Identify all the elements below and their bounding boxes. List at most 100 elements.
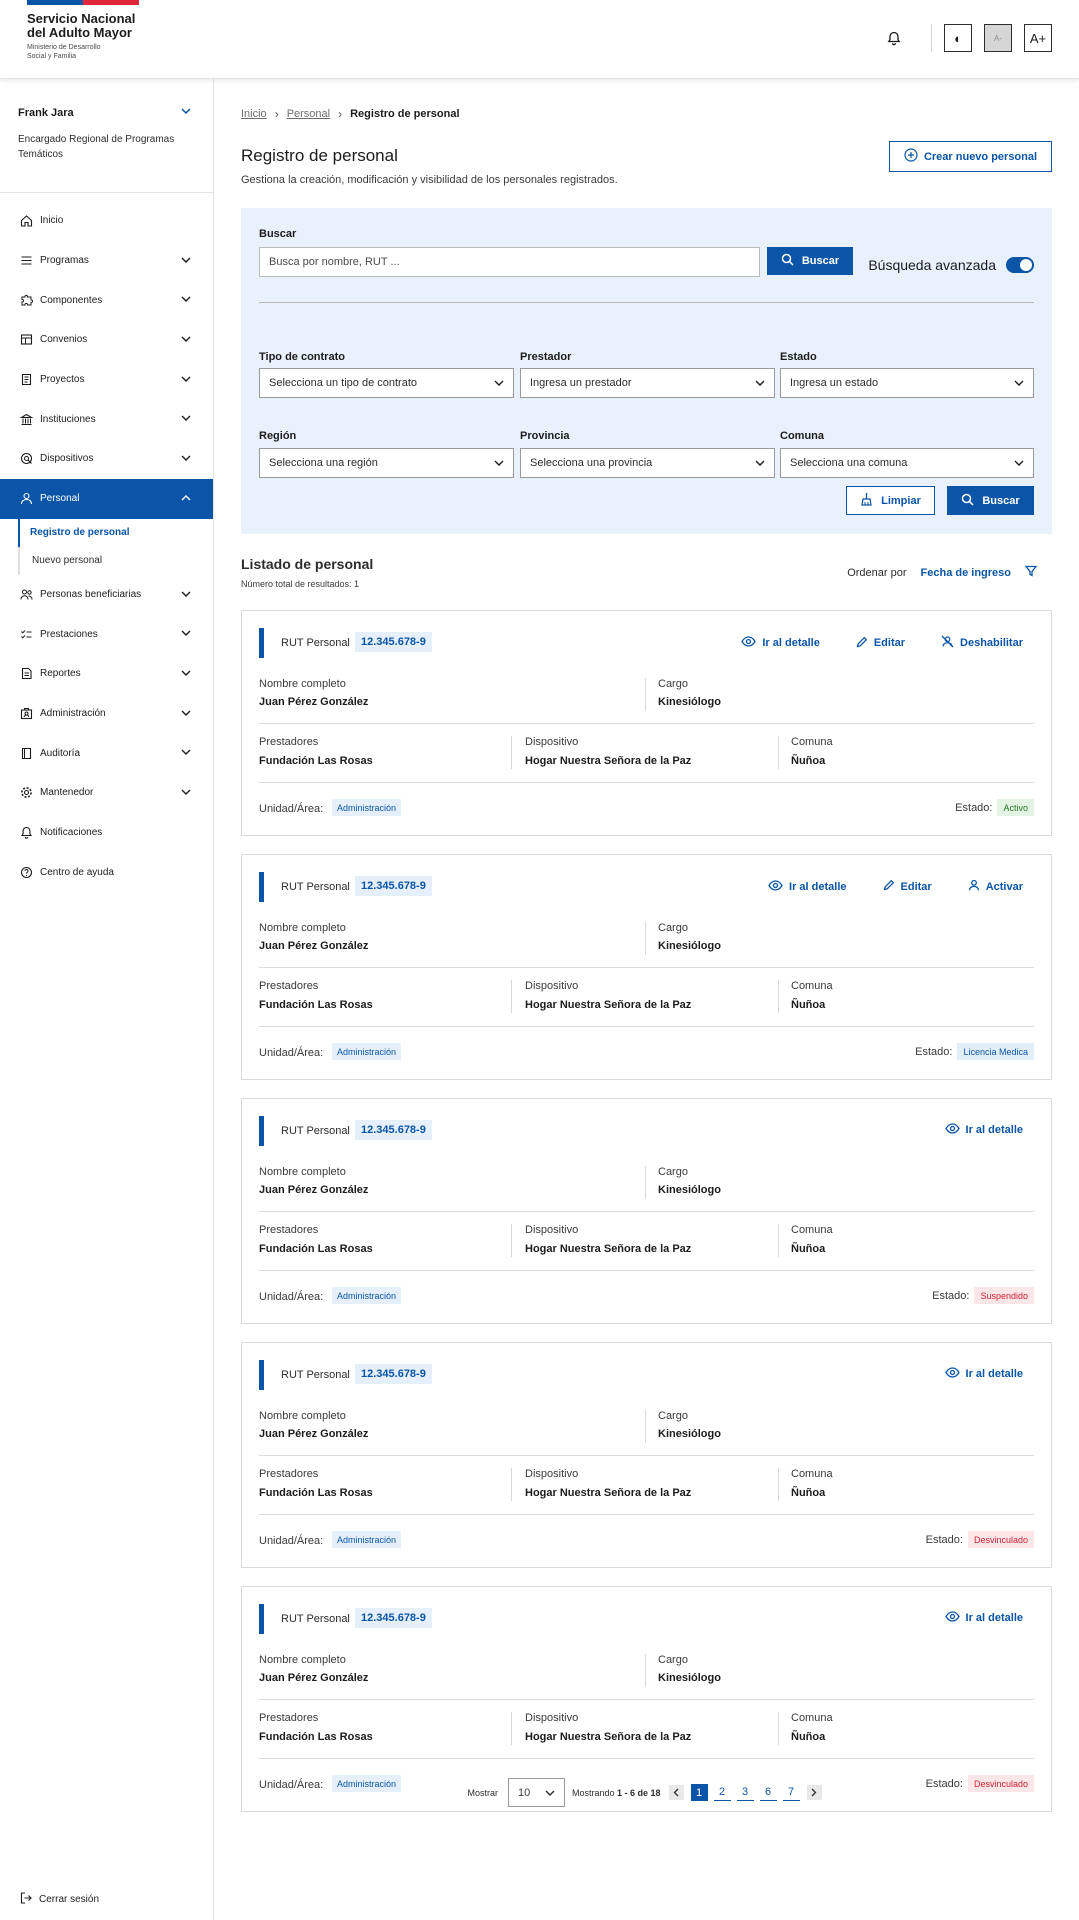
sidebar-item-centro-de-ayuda[interactable]: Centro de ayuda (0, 852, 213, 892)
sidebar-item-notificaciones[interactable]: Notificaciones (0, 813, 213, 853)
sidebar-item-administración[interactable]: Administración (0, 694, 213, 734)
row-divider (259, 782, 1034, 783)
eye-icon (741, 636, 757, 650)
logout-link[interactable]: Cerrar sesión (20, 1892, 99, 1907)
estado-group: Estado: Desvinculado (926, 1531, 1034, 1548)
rut-value: 12.345.678-9 (355, 876, 432, 896)
sidebar-item-personal[interactable]: Personal (0, 478, 213, 519)
row-divider (259, 1270, 1034, 1271)
home-icon (20, 214, 33, 227)
page-3-button[interactable]: 3 (736, 1784, 754, 1801)
prev-page-chevron-left-icon[interactable] (668, 1785, 684, 1800)
row-divider (259, 723, 1034, 724)
sidebar-item-mantenedor[interactable]: Mantenedor (0, 773, 213, 813)
name-value: Juan Pérez González (259, 1672, 369, 1684)
sidebar-item-personas-beneficiarias[interactable]: Personas beneficiarias (0, 575, 213, 615)
view-detail-button[interactable]: Ir al detalle (768, 879, 847, 894)
sidebar-item-proyectos[interactable]: Proyectos (0, 360, 213, 400)
person-icon (20, 492, 33, 505)
filter-select[interactable]: Selecciona una comuna (780, 448, 1034, 478)
sidebar-item-dispositivos[interactable]: Dispositivos (0, 439, 213, 479)
sidebar-item-instituciones[interactable]: Instituciones (0, 399, 213, 439)
row-divider (259, 1026, 1034, 1027)
comuna-label: Comuna (791, 1468, 833, 1480)
page-2-button[interactable]: 2 (713, 1784, 731, 1801)
user-off-icon (941, 635, 954, 651)
disable-button[interactable]: Deshabilitar (941, 635, 1023, 651)
sidebar-item-label: Inicio (40, 215, 64, 227)
sidebar-item-label: Personas beneficiarias (40, 588, 142, 600)
name-label: Nombre completo (259, 1654, 346, 1666)
page-1-button[interactable]: 1 (690, 1784, 708, 1801)
page-size-select[interactable]: 10 (507, 1778, 565, 1807)
view-detail-button[interactable]: Ir al detalle (944, 1611, 1023, 1625)
status-badge: Desvinculado (967, 1531, 1034, 1548)
sidebar-item-prestaciones[interactable]: Prestaciones (0, 614, 213, 654)
sidebar-item-label: Instituciones (40, 413, 96, 425)
list-icon (20, 254, 33, 267)
prestadores-label: Prestadores (259, 736, 319, 748)
eye-icon (944, 1367, 960, 1381)
create-personal-label: Crear nuevo personal (923, 150, 1038, 163)
sidebar-item-componentes[interactable]: Componentes (0, 280, 213, 320)
estado-group: Estado: Activo (955, 799, 1034, 816)
cargo-label: Cargo (658, 1654, 688, 1666)
clear-button[interactable]: Limpiar (846, 486, 935, 515)
font-increase-button[interactable]: A+ (1024, 24, 1052, 52)
comuna-label: Comuna (791, 980, 833, 992)
contrast-button[interactable]: ◐ (944, 24, 972, 52)
font-decrease-button[interactable]: A- (984, 24, 1012, 52)
page-6-button[interactable]: 6 (759, 1784, 777, 1801)
results-count: Número total de resultados: 1 (241, 579, 360, 589)
filter-select-value: Selecciona una región (269, 457, 378, 469)
sidebar-subitem-nuevo-personal[interactable]: Nuevo personal (18, 546, 213, 575)
sidebar-item-label: Dispositivos (40, 453, 94, 465)
create-personal-button[interactable]: Crear nuevo personal (889, 141, 1052, 172)
chevron-down-icon[interactable] (181, 105, 191, 117)
range-value: 1 - 6 de 18 (617, 1787, 661, 1798)
breadcrumb-home[interactable]: Inicio (241, 108, 267, 120)
view-detail-button[interactable]: Ir al detalle (944, 1367, 1023, 1381)
filter-select[interactable]: Selecciona un tipo de contrato (259, 368, 514, 398)
sidebar-item-convenios[interactable]: Convenios (0, 320, 213, 360)
cargo-label: Cargo (658, 922, 688, 934)
comuna-value: Ñuñoa (791, 1731, 826, 1743)
search-input[interactable]: Busca por nombre, RUT ... (259, 247, 760, 277)
sort-value[interactable]: Fecha de ingreso (921, 567, 1011, 579)
next-page-chevron-right-icon[interactable] (806, 1785, 822, 1800)
breadcrumb-section[interactable]: Personal (287, 108, 330, 120)
page-7-button[interactable]: 7 (782, 1784, 800, 1801)
filter-select[interactable]: Ingresa un estado (780, 368, 1034, 398)
filter-funnel-icon[interactable] (1024, 565, 1038, 580)
apply-search-button[interactable]: Buscar (947, 486, 1034, 515)
view-detail-button[interactable]: Ir al detalle (741, 635, 820, 651)
search-button-label: Buscar (801, 255, 840, 267)
dispositivo-value: Hogar Nuestra Señora de la Paz (525, 1487, 692, 1499)
sidebar-item-inicio[interactable]: Inicio (0, 201, 213, 241)
notifications-bell-icon[interactable] (879, 23, 909, 53)
view-detail-button[interactable]: Ir al detalle (944, 1123, 1023, 1137)
edit-button[interactable]: Editar (883, 879, 932, 894)
cargo-value: Kinesiólogo (658, 940, 721, 952)
sort-control[interactable]: Ordenar por Fecha de ingreso (847, 565, 1038, 580)
advanced-search-toggle[interactable] (1006, 257, 1034, 273)
broom-icon (860, 492, 873, 509)
sidebar-item-reportes[interactable]: Reportes (0, 654, 213, 694)
rut-label: RUT Personal (281, 1125, 350, 1137)
estado-label: Estado: (932, 1289, 970, 1302)
sidebar-item-programas[interactable]: Programas (0, 241, 213, 281)
sidebar-subitem-registro-de-personal[interactable]: Registro de personal (18, 518, 213, 547)
filter-select[interactable]: Selecciona una provincia (520, 448, 775, 478)
filter-select[interactable]: Selecciona una región (259, 448, 514, 478)
filter-select[interactable]: Ingresa un prestador (520, 368, 775, 398)
search-button[interactable]: Buscar (767, 247, 853, 275)
activate-button[interactable]: Activar (968, 879, 1023, 894)
edit-button[interactable]: Editar (856, 635, 905, 651)
bell-icon (20, 826, 33, 839)
user-panel[interactable]: Frank Jara Encargado Regional de Program… (0, 79, 213, 193)
column-divider (511, 980, 512, 1013)
column-divider (645, 922, 646, 955)
logo[interactable]: Servicio Nacional del Adulto Mayor Minis… (27, 12, 135, 61)
column-divider (511, 736, 512, 769)
sidebar-item-auditoría[interactable]: Auditoría (0, 733, 213, 773)
